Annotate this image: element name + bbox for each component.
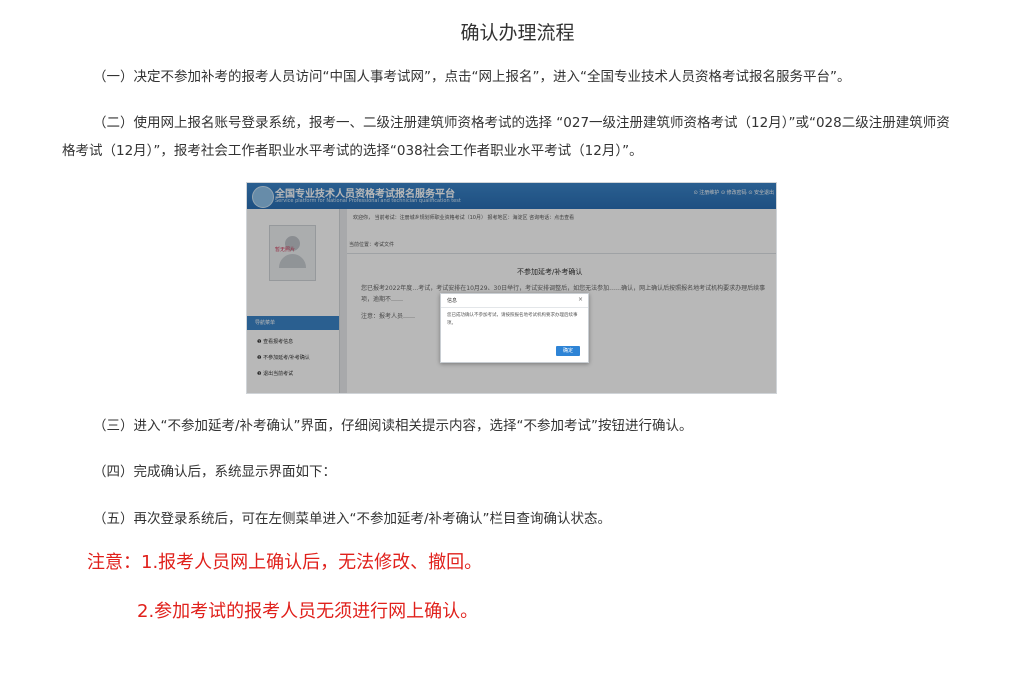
- dialog-ok-button: 确定: [556, 346, 580, 356]
- confirm-dialog: 信息 × 您已成功确认不参加考试，请按照报名地考试机构要求办理后续事项。 确定: [440, 293, 589, 363]
- dialog-divider: [441, 307, 588, 308]
- step-3: （三）进入“不参加延考/补考确认”界面，仔细阅读相关提示内容，选择“不参加考试”…: [93, 418, 693, 434]
- note-1: 注意：1.报考人员网上确认后，无法修改、撤回。: [87, 552, 483, 573]
- step-5: （五）再次登录系统后，可在左侧菜单进入“不参加延考/补考确认”栏目查询确认状态。: [93, 511, 612, 527]
- step-4: （四）完成确认后，系统显示界面如下：: [93, 464, 336, 480]
- step-2: （二）使用网上报名账号登录系统，报考一、二级注册建筑师资格考试的选择 “027一…: [62, 115, 950, 159]
- dialog-message: 您已成功确认不参加考试，请按照报名地考试机构要求办理后续事项。: [447, 313, 578, 326]
- page-title: 确认办理流程: [460, 22, 575, 44]
- close-icon: ×: [577, 296, 583, 303]
- note-2: 2.参加考试的报考人员无须进行网上确认。: [137, 601, 479, 622]
- embedded-screenshot: 全国专业技术人员资格考试报名服务平台 Service platform for …: [246, 182, 777, 394]
- dialog-title: 信息: [447, 298, 458, 304]
- step-1: （一）决定不参加补考的报考人员访问“中国人事考试网”，点击“网上报名”，进入“全…: [93, 69, 851, 85]
